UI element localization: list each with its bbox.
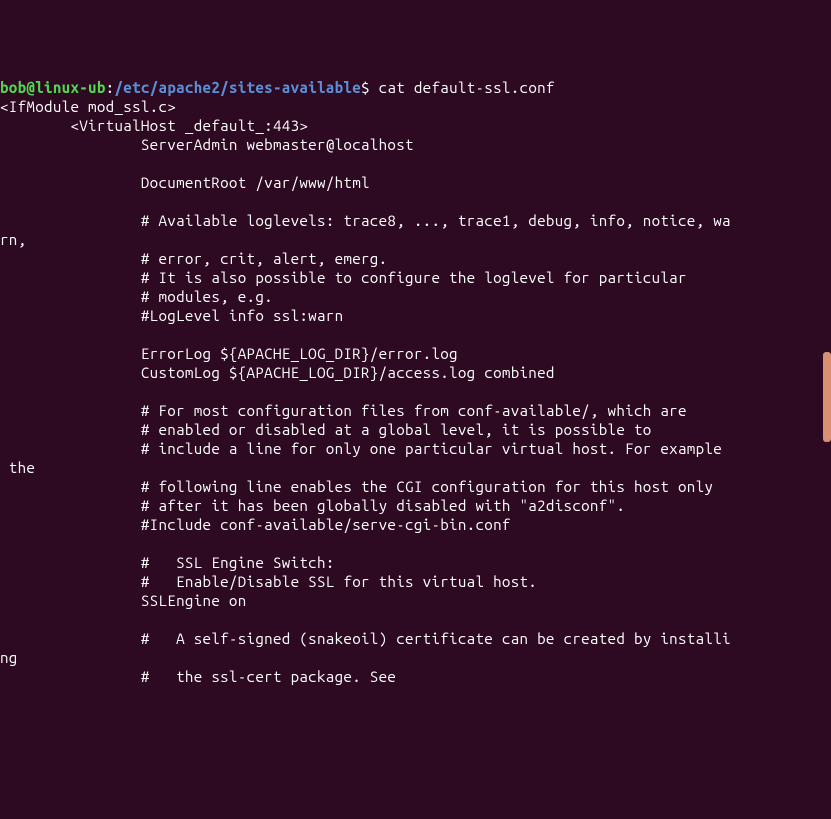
output-line: SSLEngine on xyxy=(0,592,247,609)
output-line: # SSL Engine Switch: xyxy=(0,554,335,571)
scrollbar-thumb[interactable] xyxy=(823,352,831,442)
output-line: # include a line for only one particular… xyxy=(0,440,722,457)
output-line: <IfModule mod_ssl.c> xyxy=(0,98,176,115)
output-line: rn, xyxy=(0,231,26,248)
output-line: # error, crit, alert, emerg. xyxy=(0,250,387,267)
output-line: #LogLevel info ssl:warn xyxy=(0,307,343,324)
output-line: # Enable/Disable SSL for this virtual ho… xyxy=(0,573,537,590)
prompt-user-host: bob@linux-ub xyxy=(0,79,106,96)
output-line: # enabled or disabled at a global level,… xyxy=(0,421,652,438)
output-line: # the ssl-cert package. See xyxy=(0,668,396,685)
output-line: <VirtualHost _default_:443> xyxy=(0,117,308,134)
output-line: # following line enables the CGI configu… xyxy=(0,478,713,495)
prompt-path: /etc/apache2/sites-available xyxy=(114,79,361,96)
output-line: DocumentRoot /var/www/html xyxy=(0,174,370,191)
output-line: # A self-signed (snakeoil) certificate c… xyxy=(0,630,731,647)
output-line: # modules, e.g. xyxy=(0,288,273,305)
terminal-window[interactable]: bob@linux-ub:/etc/apache2/sites-availabl… xyxy=(0,76,831,686)
output-line: # It is also possible to configure the l… xyxy=(0,269,687,286)
prompt-dollar: $ xyxy=(361,79,370,96)
command-text: cat default-ssl.conf xyxy=(370,79,555,96)
output-line: #Include conf-available/serve-cgi-bin.co… xyxy=(0,516,511,533)
output-line: the xyxy=(0,459,35,476)
output-line: # after it has been globally disabled wi… xyxy=(0,497,625,514)
output-line: # Available loglevels: trace8, ..., trac… xyxy=(0,212,731,229)
output-line: ng xyxy=(0,649,18,666)
output-line: ServerAdmin webmaster@localhost xyxy=(0,136,414,153)
output-line: ErrorLog ${APACHE_LOG_DIR}/error.log xyxy=(0,345,458,362)
output-line: CustomLog ${APACHE_LOG_DIR}/access.log c… xyxy=(0,364,555,381)
scrollbar-track[interactable] xyxy=(823,0,831,610)
output-line: # For most configuration files from conf… xyxy=(0,402,687,419)
